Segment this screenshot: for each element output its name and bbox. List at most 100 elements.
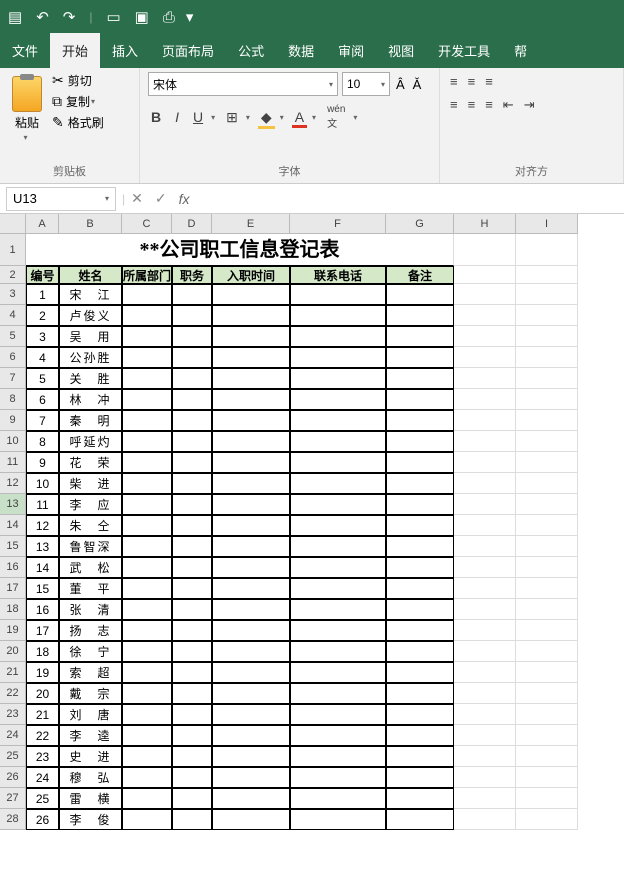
data-cell[interactable] xyxy=(386,284,454,305)
row-header-19[interactable]: 19 xyxy=(0,620,26,641)
data-cell[interactable] xyxy=(290,494,386,515)
align-center-icon[interactable]: ≡ xyxy=(466,95,478,115)
data-cell[interactable] xyxy=(386,389,454,410)
data-cell[interactable] xyxy=(122,431,172,452)
data-cell[interactable] xyxy=(516,515,578,536)
data-cell[interactable] xyxy=(290,641,386,662)
spreadsheet-grid[interactable]: ABCDEFGHI 123456789101112131415161718192… xyxy=(0,214,624,876)
name-cell[interactable]: 徐 宁 xyxy=(59,641,122,662)
name-cell[interactable]: 呼延灼 xyxy=(59,431,122,452)
row-header-7[interactable]: 7 xyxy=(0,368,26,389)
data-cell[interactable] xyxy=(516,347,578,368)
menu-item-6[interactable]: 审阅 xyxy=(326,33,376,68)
name-cell[interactable]: 关 胜 xyxy=(59,368,122,389)
data-cell[interactable] xyxy=(172,515,212,536)
cell[interactable] xyxy=(516,234,578,266)
data-cell[interactable] xyxy=(516,599,578,620)
data-cell[interactable] xyxy=(122,725,172,746)
data-cell[interactable]: 3 xyxy=(26,326,59,347)
data-cell[interactable]: 13 xyxy=(26,536,59,557)
data-cell[interactable] xyxy=(516,746,578,767)
data-cell[interactable] xyxy=(290,536,386,557)
data-cell[interactable] xyxy=(454,746,516,767)
name-cell[interactable]: 公孙胜 xyxy=(59,347,122,368)
data-cell[interactable] xyxy=(172,410,212,431)
data-cell[interactable] xyxy=(212,599,290,620)
data-cell[interactable]: 18 xyxy=(26,641,59,662)
paste-button[interactable]: 粘贴 ▾ xyxy=(8,72,46,146)
name-cell[interactable]: 武 松 xyxy=(59,557,122,578)
data-cell[interactable] xyxy=(516,557,578,578)
data-cell[interactable] xyxy=(172,578,212,599)
indent-increase-icon[interactable]: ⇥ xyxy=(522,95,537,115)
data-cell[interactable] xyxy=(212,683,290,704)
font-color-button[interactable]: A xyxy=(292,107,307,127)
row-header-12[interactable]: 12 xyxy=(0,473,26,494)
table-header[interactable]: 姓名 xyxy=(59,266,122,284)
chevron-down-icon[interactable]: ▾ xyxy=(211,113,215,122)
data-cell[interactable] xyxy=(122,536,172,557)
row-header-14[interactable]: 14 xyxy=(0,515,26,536)
data-cell[interactable]: 23 xyxy=(26,746,59,767)
name-cell[interactable]: 秦 明 xyxy=(59,410,122,431)
row-header-25[interactable]: 25 xyxy=(0,746,26,767)
data-cell[interactable] xyxy=(172,536,212,557)
data-cell[interactable] xyxy=(122,494,172,515)
row-header-15[interactable]: 15 xyxy=(0,536,26,557)
data-cell[interactable] xyxy=(386,704,454,725)
data-cell[interactable] xyxy=(454,305,516,326)
data-cell[interactable] xyxy=(454,494,516,515)
data-cell[interactable] xyxy=(386,494,454,515)
data-cell[interactable] xyxy=(386,536,454,557)
align-middle-icon[interactable]: ≡ xyxy=(466,72,478,91)
row-header-3[interactable]: 3 xyxy=(0,284,26,305)
bold-button[interactable]: B xyxy=(148,107,164,127)
data-cell[interactable] xyxy=(212,620,290,641)
data-cell[interactable] xyxy=(172,431,212,452)
data-cell[interactable] xyxy=(290,704,386,725)
print-preview-icon[interactable]: ⎙ xyxy=(163,9,175,26)
data-cell[interactable] xyxy=(516,452,578,473)
data-cell[interactable] xyxy=(122,809,172,830)
col-header-G[interactable]: G xyxy=(386,214,454,234)
cell[interactable] xyxy=(454,234,516,266)
data-cell[interactable]: 4 xyxy=(26,347,59,368)
name-cell[interactable]: 雷 横 xyxy=(59,788,122,809)
menu-item-2[interactable]: 插入 xyxy=(100,33,150,68)
chevron-down-icon[interactable]: ▾ xyxy=(280,113,284,122)
data-cell[interactable] xyxy=(122,620,172,641)
data-cell[interactable] xyxy=(454,389,516,410)
data-cell[interactable] xyxy=(386,515,454,536)
data-cell[interactable] xyxy=(516,368,578,389)
table-header[interactable]: 编号 xyxy=(26,266,59,284)
data-cell[interactable] xyxy=(454,788,516,809)
cell[interactable] xyxy=(454,266,516,284)
row-header-21[interactable]: 21 xyxy=(0,662,26,683)
data-cell[interactable] xyxy=(290,515,386,536)
data-cell[interactable] xyxy=(122,347,172,368)
menu-item-1[interactable]: 开始 xyxy=(50,33,100,68)
row-header-8[interactable]: 8 xyxy=(0,389,26,410)
data-cell[interactable] xyxy=(290,620,386,641)
qat-dropdown-icon[interactable]: ▾ xyxy=(186,8,194,26)
data-cell[interactable]: 2 xyxy=(26,305,59,326)
data-cell[interactable] xyxy=(454,368,516,389)
data-cell[interactable] xyxy=(290,473,386,494)
data-cell[interactable] xyxy=(290,809,386,830)
data-cell[interactable] xyxy=(516,536,578,557)
data-cell[interactable]: 15 xyxy=(26,578,59,599)
data-cell[interactable] xyxy=(172,347,212,368)
row-header-23[interactable]: 23 xyxy=(0,704,26,725)
data-cell[interactable] xyxy=(454,410,516,431)
data-cell[interactable] xyxy=(516,326,578,347)
align-left-icon[interactable]: ≡ xyxy=(448,95,460,115)
row-header-18[interactable]: 18 xyxy=(0,599,26,620)
menu-item-5[interactable]: 数据 xyxy=(276,33,326,68)
table-header[interactable]: 联系电话 xyxy=(290,266,386,284)
data-cell[interactable] xyxy=(212,704,290,725)
decrease-font-icon[interactable]: Ǎ xyxy=(411,75,424,94)
table-header[interactable]: 入职时间 xyxy=(212,266,290,284)
name-box[interactable]: U13▾ xyxy=(6,187,116,211)
cell[interactable] xyxy=(516,266,578,284)
menu-item-3[interactable]: 页面布局 xyxy=(150,33,226,68)
